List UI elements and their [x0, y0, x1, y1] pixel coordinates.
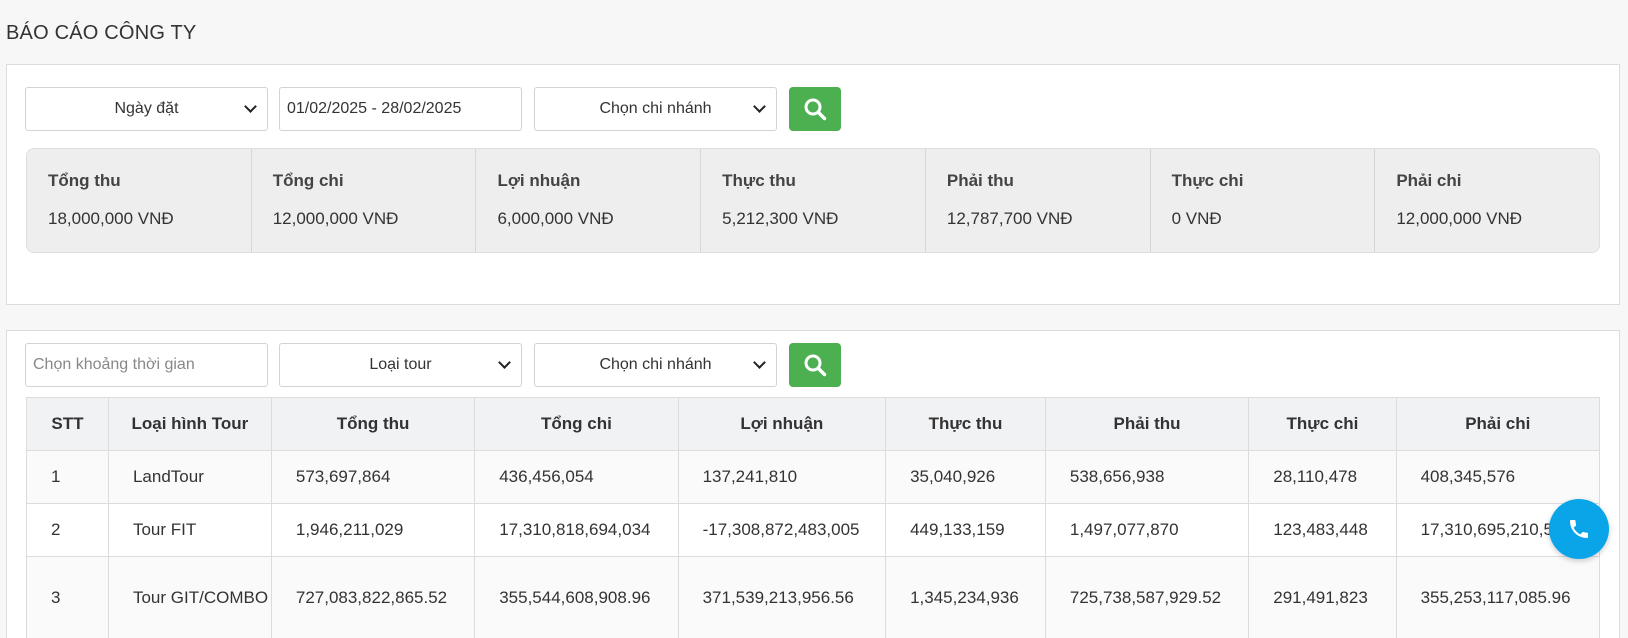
header-receivable[interactable]: Phải thu: [1044, 397, 1250, 451]
date-type-select[interactable]: Ngày đặt: [25, 87, 268, 131]
cell-stt: 3: [26, 556, 109, 638]
cell-actual-expense: 291,491,823: [1248, 556, 1397, 638]
summary-label: Phải chi: [1396, 171, 1462, 190]
cell-stt: 1: [26, 450, 109, 504]
header-payable[interactable]: Phải chi: [1395, 397, 1601, 451]
summary-actual-revenue: Thực thu 5,212,300 VNĐ: [701, 149, 926, 252]
header-actual-revenue[interactable]: Thực thu: [885, 397, 1046, 451]
table-branch-select[interactable]: Chọn chi nhánh: [534, 343, 777, 387]
summary-value: 12,787,700 VNĐ: [946, 209, 1073, 228]
cell-total-expense: 436,456,054: [474, 450, 679, 504]
branch-value: Chọn chi nhánh: [599, 100, 712, 117]
summary-value: 12,000,000 VNĐ: [1396, 209, 1523, 228]
cell-actual-revenue: 35,040,926: [885, 450, 1046, 504]
table-search-button[interactable]: [789, 343, 841, 387]
summary-value: 5,212,300 VNĐ: [722, 209, 839, 228]
cell-receivable: 1,497,077,870: [1044, 503, 1250, 557]
cell-payable: 408,345,576: [1395, 450, 1601, 504]
search-icon: [804, 354, 827, 377]
page-title: BÁO CÁO CÔNG TY: [6, 22, 197, 44]
header-total-expense[interactable]: Tổng chi: [474, 397, 679, 451]
chevron-down-icon: [753, 100, 766, 113]
table-row[interactable]: 1 LandTour 573,697,864 436,456,054 137,2…: [26, 450, 1601, 504]
header-total-revenue[interactable]: Tổng thu: [270, 397, 476, 451]
cell-total-expense: 17,310,818,694,034: [474, 503, 679, 557]
summary-panel: Tổng thu 18,000,000 VNĐ Tổng chi 12,000,…: [26, 148, 1600, 253]
cell-tour-type: Tour GIT/COMBO: [107, 556, 272, 638]
table-header-row: STT Loại hình Tour Tổng thu Tổng chi Lợi…: [26, 397, 1601, 451]
date-range-input[interactable]: 01/02/2025 - 28/02/2025: [279, 87, 522, 131]
date-range-value: 01/02/2025 - 28/02/2025: [287, 100, 462, 117]
table-branch-value: Chọn chi nhánh: [599, 356, 712, 373]
summary-label: Thực thu: [722, 171, 796, 190]
chevron-down-icon: [498, 356, 511, 369]
cell-receivable: 725,738,587,929.52: [1044, 556, 1250, 638]
cell-actual-expense: 28,110,478: [1248, 450, 1397, 504]
summary-actual-expense: Thực chi 0 VNĐ: [1151, 149, 1376, 252]
table-row[interactable]: 2 Tour FIT 1,946,211,029 17,310,818,694,…: [26, 503, 1601, 557]
cell-total-revenue: 1,946,211,029: [270, 503, 476, 557]
header-actual-expense[interactable]: Thực chi: [1248, 397, 1397, 451]
summary-value: 12,000,000 VNĐ: [272, 209, 399, 228]
cell-actual-revenue: 1,345,234,936: [885, 556, 1046, 638]
cell-tour-type: Tour FIT: [107, 503, 272, 557]
summary-value: 18,000,000 VNĐ: [48, 209, 174, 228]
chevron-down-icon: [244, 100, 257, 113]
summary-card: Ngày đặt 01/02/2025 - 28/02/2025 Chọn ch…: [6, 64, 1620, 305]
date-type-value: Ngày đặt: [114, 100, 179, 117]
summary-value: 0 VNĐ: [1171, 209, 1222, 228]
header-tour-type[interactable]: Loại hình Tour: [107, 397, 272, 451]
cell-tour-type: LandTour: [107, 450, 272, 504]
cell-total-revenue: 727,083,822,865.52: [270, 556, 476, 638]
header-stt[interactable]: STT: [26, 397, 109, 451]
table-row[interactable]: 3 Tour GIT/COMBO 727,083,822,865.52 355,…: [26, 556, 1601, 638]
search-icon: [804, 98, 827, 121]
tour-type-select[interactable]: Loại tour: [279, 343, 522, 387]
summary-label: Tổng chi: [272, 171, 344, 190]
summary-total-revenue: Tổng thu 18,000,000 VNĐ: [27, 149, 252, 252]
summary-label: Thực chi: [1171, 171, 1244, 190]
cell-profit: 371,539,213,956.56: [677, 556, 887, 638]
cell-total-expense: 355,544,608,908.96: [474, 556, 679, 638]
summary-label: Lợi nhuận: [497, 171, 581, 190]
cell-receivable: 538,656,938: [1044, 450, 1250, 504]
cell-profit: -17,308,872,483,005: [677, 503, 887, 557]
phone-icon: [1570, 520, 1588, 538]
summary-profit: Lợi nhuận 6,000,000 VNĐ: [476, 149, 702, 252]
cell-stt: 2: [26, 503, 109, 557]
cell-payable: 355,253,117,085.96: [1395, 556, 1601, 638]
summary-payable: Phải chi 12,000,000 VNĐ: [1375, 149, 1599, 252]
summary-label: Phải thu: [946, 171, 1014, 190]
cell-actual-revenue: 449,133,159: [885, 503, 1046, 557]
header-profit[interactable]: Lợi nhuận: [677, 397, 887, 451]
time-range-placeholder: Chọn khoảng thời gian: [33, 356, 195, 373]
call-button[interactable]: [1549, 499, 1609, 559]
summary-total-expense: Tổng chi 12,000,000 VNĐ: [252, 149, 477, 252]
time-range-input[interactable]: Chọn khoảng thời gian: [25, 343, 268, 387]
summary-receivable: Phải thu 12,787,700 VNĐ: [926, 149, 1151, 252]
cell-total-revenue: 573,697,864: [270, 450, 476, 504]
tour-type-value: Loại tour: [369, 356, 432, 373]
summary-label: Tổng thu: [48, 171, 121, 190]
tour-report-card: Chọn khoảng thời gian Loại tour Chọn chi…: [6, 330, 1620, 638]
tour-report-table: STT Loại hình Tour Tổng thu Tổng chi Lợi…: [26, 397, 1601, 638]
branch-select[interactable]: Chọn chi nhánh: [534, 87, 777, 131]
cell-actual-expense: 123,483,448: [1248, 503, 1397, 557]
summary-search-button[interactable]: [789, 87, 841, 131]
chevron-down-icon: [753, 356, 766, 369]
cell-profit: 137,241,810: [677, 450, 887, 504]
summary-value: 6,000,000 VNĐ: [497, 209, 614, 228]
